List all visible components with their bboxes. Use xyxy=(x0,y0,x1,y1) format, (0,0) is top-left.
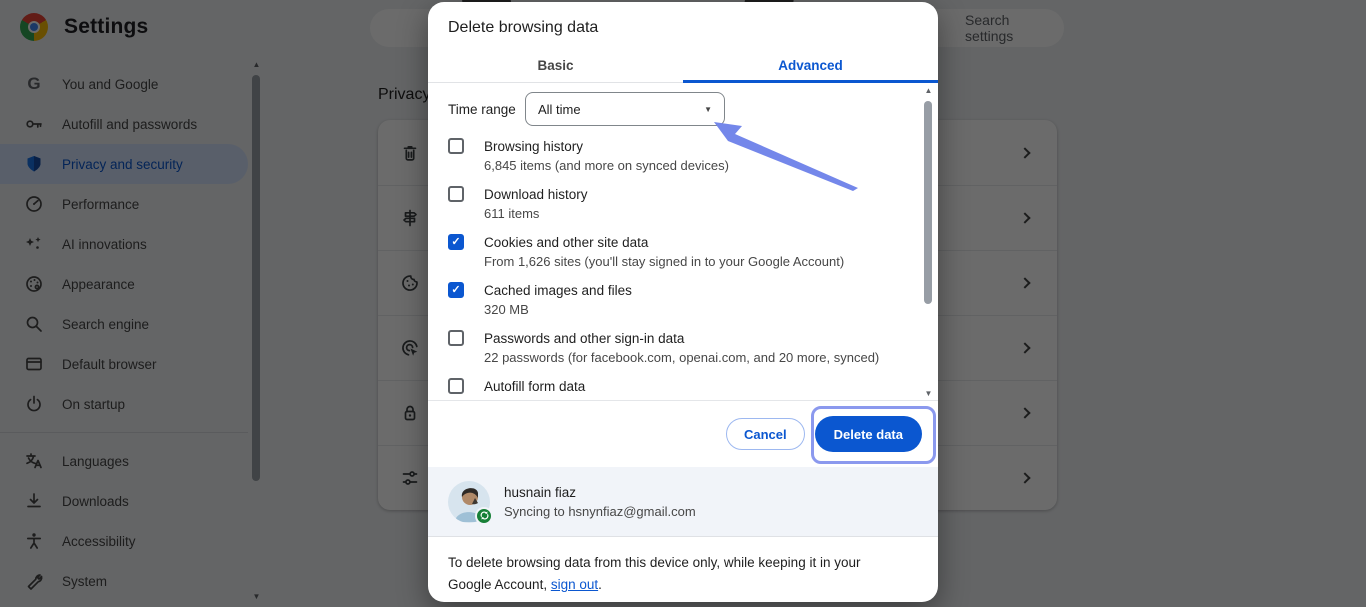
cached-images-checkbox[interactable] xyxy=(448,282,464,298)
dialog-button-bar: Cancel Delete data xyxy=(428,401,938,467)
dialog-tabs: Basic Advanced xyxy=(428,48,938,83)
cookies-checkbox[interactable] xyxy=(448,234,464,250)
dialog-title: Delete browsing data xyxy=(428,2,938,48)
time-range-select[interactable]: All time ▼ xyxy=(525,92,725,126)
time-range-row: Time range All time ▼ xyxy=(448,83,894,135)
item-title: Download history xyxy=(484,185,588,204)
item-subtitle: 611 items xyxy=(484,204,588,224)
item-browsing-history: Browsing history 6,845 items (and more o… xyxy=(448,135,894,183)
sync-badge-icon xyxy=(475,507,493,525)
dropdown-caret-icon: ▼ xyxy=(704,105,712,114)
item-title: Browsing history xyxy=(484,137,729,156)
item-cached-images: Cached images and files 320 MB xyxy=(448,279,894,327)
chrome-settings-screen: Settings Search settings G You and Googl… xyxy=(0,0,1366,607)
footer-text: To delete browsing data from this device… xyxy=(448,555,860,592)
profile-sync-status: Syncing to hsnynfiaz@gmail.com xyxy=(504,504,696,519)
time-range-label: Time range xyxy=(448,102,525,117)
delete-data-button[interactable]: Delete data xyxy=(815,416,922,452)
item-title: Passwords and other sign-in data xyxy=(484,329,879,348)
item-download-history: Download history 611 items xyxy=(448,183,894,231)
scrollbar-thumb[interactable] xyxy=(924,101,932,304)
autofill-checkbox[interactable] xyxy=(448,378,464,394)
item-autofill: Autofill form data xyxy=(448,375,894,401)
profile-name: husnain fiaz xyxy=(504,485,696,500)
item-subtitle: 6,845 items (and more on synced devices) xyxy=(484,156,729,176)
item-subtitle: 320 MB xyxy=(484,300,632,320)
item-title: Cached images and files xyxy=(484,281,632,300)
item-subtitle: From 1,626 sites (you'll stay signed in … xyxy=(484,252,844,272)
download-history-checkbox[interactable] xyxy=(448,186,464,202)
cancel-button[interactable]: Cancel xyxy=(726,418,805,450)
tab-basic[interactable]: Basic xyxy=(428,48,683,82)
item-title: Autofill form data xyxy=(484,377,585,396)
delete-browsing-data-dialog: Delete browsing data Basic Advanced Time… xyxy=(428,2,938,602)
browsing-history-checkbox[interactable] xyxy=(448,138,464,154)
scroll-up-icon[interactable]: ▲ xyxy=(922,86,935,95)
tab-advanced[interactable]: Advanced xyxy=(683,48,938,82)
dialog-footer-note: To delete browsing data from this device… xyxy=(428,537,938,596)
sign-out-link[interactable]: sign out xyxy=(551,577,598,592)
avatar xyxy=(448,481,490,523)
profile-strip: husnain fiaz Syncing to hsnynfiaz@gmail.… xyxy=(428,467,938,537)
scroll-down-icon[interactable]: ▼ xyxy=(922,389,935,398)
item-passwords: Passwords and other sign-in data 22 pass… xyxy=(448,327,894,375)
item-subtitle: 22 passwords (for facebook.com, openai.c… xyxy=(484,348,879,368)
passwords-checkbox[interactable] xyxy=(448,330,464,346)
item-title: Cookies and other site data xyxy=(484,233,844,252)
dialog-scroll-area: Time range All time ▼ Browsing history 6… xyxy=(428,83,938,401)
time-range-value: All time xyxy=(538,102,581,117)
footer-period: . xyxy=(598,577,602,592)
dialog-scrollbar[interactable]: ▲ ▼ xyxy=(922,86,935,398)
item-cookies: Cookies and other site data From 1,626 s… xyxy=(448,231,894,279)
